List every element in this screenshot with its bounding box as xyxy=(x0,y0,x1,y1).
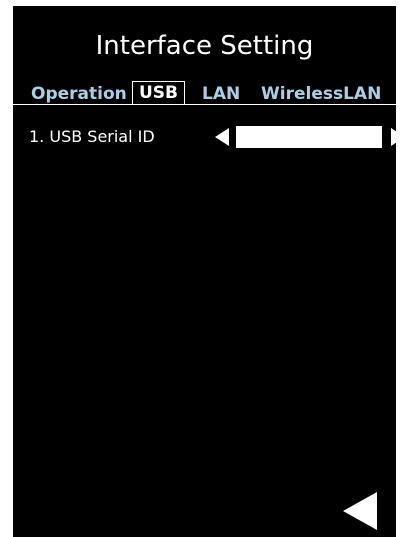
setting-row-usb-serial-id: 1. USB Serial ID xyxy=(29,126,405,148)
usb-serial-id-field[interactable] xyxy=(236,126,382,148)
tab-operation[interactable]: Operation xyxy=(31,82,127,106)
triangle-right-icon[interactable] xyxy=(391,128,405,146)
triangle-left-icon[interactable] xyxy=(215,128,229,146)
tab-wirelesslan[interactable]: WirelessLAN xyxy=(261,82,381,106)
tab-divider xyxy=(13,104,396,105)
page-title: Interface Setting xyxy=(95,31,314,61)
interface-setting-screen: Interface Setting Operation USB LAN Wire… xyxy=(13,6,405,537)
tab-bar: Operation USB LAN WirelessLAN xyxy=(13,81,396,106)
tab-lan[interactable]: LAN xyxy=(202,82,240,106)
back-arrow-icon[interactable] xyxy=(343,492,377,530)
setting-label: 1. USB Serial ID xyxy=(29,127,155,146)
tab-usb[interactable]: USB xyxy=(132,81,186,105)
